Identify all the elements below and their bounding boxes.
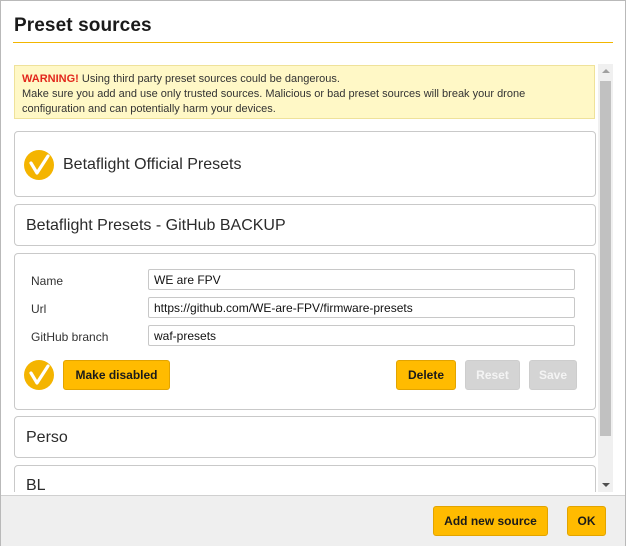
active-check-icon — [24, 150, 54, 180]
source-name: Betaflight Presets - GitHub BACKUP — [26, 217, 286, 234]
make-disabled-button[interactable]: Make disabled — [63, 360, 170, 390]
title-divider — [13, 42, 613, 43]
source-panel-bl[interactable]: BL — [14, 465, 596, 492]
save-button[interactable]: Save — [529, 360, 577, 390]
url-input[interactable] — [148, 297, 575, 318]
add-new-source-button[interactable]: Add new source — [433, 506, 548, 536]
source-name: Betaflight Official Presets — [63, 156, 242, 173]
url-label: Url — [31, 302, 47, 316]
ok-button[interactable]: OK — [567, 506, 606, 536]
warning-banner: WARNING! Using third party preset source… — [14, 65, 595, 119]
scroll-down-arrow-icon[interactable] — [602, 483, 610, 487]
warning-line-2: Make sure you add and use only trusted s… — [22, 88, 526, 100]
warning-line-1: Using third party preset sources could b… — [78, 73, 340, 85]
dialog-title: Preset sources — [14, 15, 152, 36]
warning-label: WARNING! — [22, 73, 79, 85]
name-label: Name — [31, 274, 64, 288]
source-panel-github-backup[interactable]: Betaflight Presets - GitHub BACKUP — [14, 204, 596, 246]
warning-line-3: configuration and can potentially harm y… — [22, 103, 276, 115]
sources-scroll-area[interactable]: WARNING! Using third party preset source… — [13, 64, 613, 492]
source-panel-we-are-fpv: Name Url GitHub branch Make disabled Del… — [14, 253, 596, 410]
dialog-footer: Add new source OK — [1, 495, 625, 546]
scrollbar-thumb[interactable] — [600, 81, 611, 436]
delete-button[interactable]: Delete — [396, 360, 456, 390]
active-check-icon — [24, 360, 54, 390]
scroll-up-arrow-icon[interactable] — [602, 69, 610, 73]
source-name: Perso — [26, 429, 68, 446]
vertical-scrollbar[interactable] — [598, 64, 613, 492]
branch-label: GitHub branch — [31, 330, 109, 344]
source-panel-official[interactable]: Betaflight Official Presets — [14, 131, 596, 197]
preset-sources-dialog: Preset sources WARNING! Using third part… — [0, 0, 626, 546]
reset-button[interactable]: Reset — [465, 360, 520, 390]
source-name: BL — [26, 477, 46, 492]
source-panel-perso[interactable]: Perso — [14, 416, 596, 458]
branch-input[interactable] — [148, 325, 575, 346]
name-input[interactable] — [148, 269, 575, 290]
